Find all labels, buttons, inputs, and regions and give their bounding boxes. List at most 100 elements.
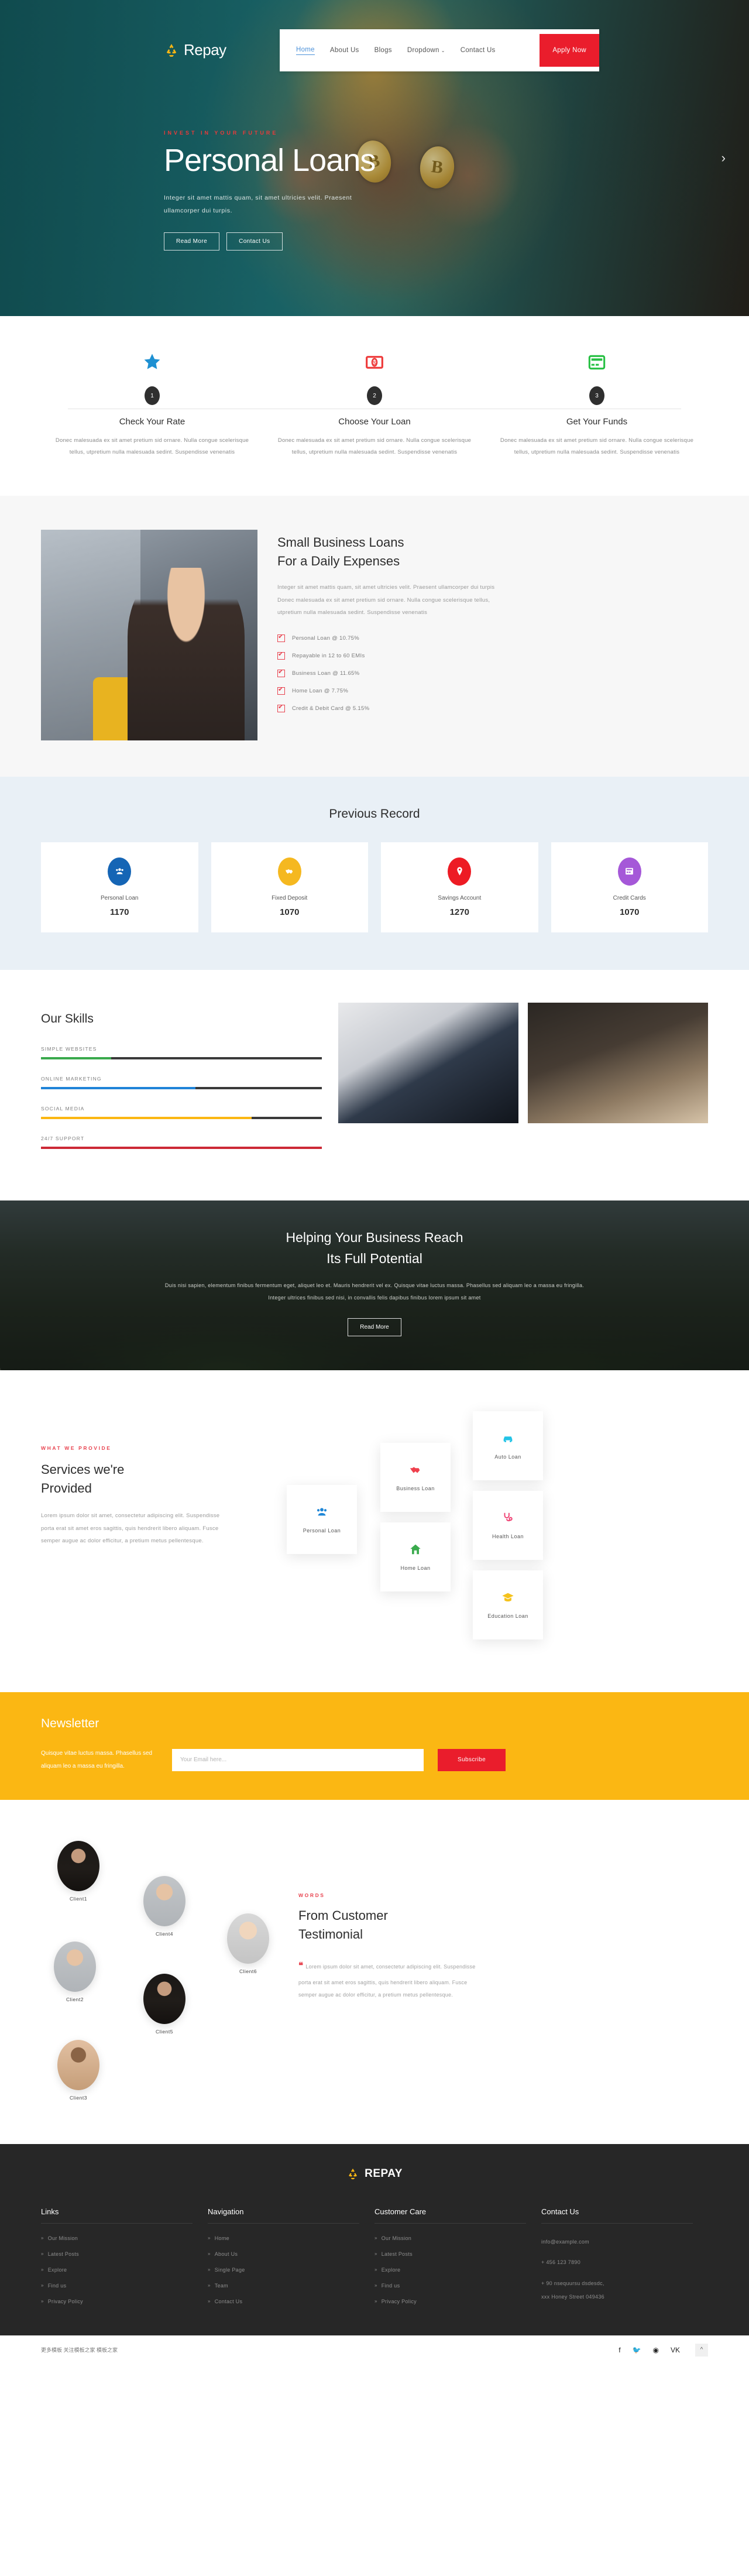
back-to-top-button[interactable]: ^ bbox=[695, 2343, 708, 2357]
skill-progress-bar bbox=[41, 1146, 322, 1149]
small-business-title: Small Business Loans For a Daily Expense… bbox=[277, 533, 708, 571]
footer-link[interactable]: » Privacy Policy bbox=[374, 2299, 526, 2304]
service-card-personal-loan[interactable]: Personal Loan bbox=[287, 1484, 357, 1554]
apply-now-button[interactable]: Apply Now bbox=[540, 34, 599, 67]
feature-label: Business Loan @ 11.65% bbox=[292, 670, 360, 677]
footer-column-heading: Customer Care bbox=[374, 2207, 427, 2216]
avatar-name: Client6 bbox=[239, 1968, 257, 1974]
divider bbox=[541, 2222, 693, 2224]
previous-record-title: Previous Record bbox=[329, 807, 420, 821]
newsletter-subscribe-button[interactable]: Subscribe bbox=[438, 1748, 506, 1771]
avatar-name: Client2 bbox=[66, 1996, 84, 2002]
service-label: Personal Loan bbox=[303, 1527, 341, 1534]
svg-text:$: $ bbox=[373, 360, 376, 366]
testimonial-section: Client1 Client2 Client3 Client4 Client5 bbox=[0, 1799, 749, 2144]
footer-link-label: Latest Posts bbox=[381, 2251, 413, 2257]
check-icon bbox=[277, 633, 285, 643]
footer-contact-email: info@example.com bbox=[541, 2238, 589, 2245]
services-title-line1: Services we're bbox=[41, 1462, 125, 1477]
avatar-item[interactable]: Client1 bbox=[57, 1840, 99, 1902]
record-value: 1070 bbox=[620, 907, 640, 917]
footer-link[interactable]: » About Us bbox=[208, 2251, 359, 2257]
footer-link[interactable]: » Single Page bbox=[208, 2267, 359, 2273]
hero-next-slide-arrow-icon[interactable]: › bbox=[721, 150, 726, 166]
chevron-right-icon: » bbox=[374, 2283, 377, 2289]
footer-brand[interactable]: REPAY bbox=[41, 2167, 708, 2180]
brand-logo[interactable]: Repay bbox=[164, 41, 226, 59]
step-item: $ 2 Choose Your Loan Donec malesuada ex … bbox=[263, 349, 486, 458]
services-title: Services we're Provided bbox=[41, 1460, 275, 1498]
hero-contact-us-button[interactable]: Contact Us bbox=[226, 232, 283, 251]
footer-link[interactable]: » Team bbox=[208, 2283, 359, 2289]
avatar-item[interactable]: Client3 bbox=[57, 2039, 99, 2101]
step-item: 1 Check Your Rate Donec malesuada ex sit… bbox=[41, 349, 263, 458]
footer-link[interactable]: » Contact Us bbox=[208, 2299, 359, 2304]
footer-column-heading: Links bbox=[41, 2207, 59, 2216]
footer-link[interactable]: » Our Mission bbox=[374, 2235, 526, 2241]
service-card-home-loan[interactable]: Home Loan bbox=[380, 1522, 451, 1591]
footer-link[interactable]: » Explore bbox=[374, 2267, 526, 2273]
footer-link[interactable]: » Find us bbox=[374, 2283, 526, 2289]
twitter-icon[interactable]: 🐦 bbox=[633, 2346, 641, 2354]
small-business-title-line1: Small Business Loans bbox=[277, 534, 404, 550]
footer-link[interactable]: » Privacy Policy bbox=[41, 2299, 193, 2304]
avatar-item[interactable]: Client6 bbox=[227, 1913, 269, 1974]
avatar bbox=[57, 2039, 99, 2090]
footer-brand-name: REPAY bbox=[365, 2167, 403, 2180]
nav-item-blogs[interactable]: Blogs bbox=[374, 47, 392, 54]
nav-item-dropdown[interactable]: Dropdown ⌄ bbox=[407, 47, 445, 54]
vk-icon[interactable]: VK bbox=[671, 2346, 680, 2354]
service-card-business-loan[interactable]: Business Loan bbox=[380, 1442, 451, 1512]
nav-item-about-us[interactable]: About Us bbox=[330, 47, 359, 54]
chevron-right-icon: » bbox=[41, 2299, 44, 2304]
cta-read-more-button[interactable]: Read More bbox=[348, 1318, 401, 1336]
footer-link[interactable]: » Latest Posts bbox=[374, 2251, 526, 2257]
users-icon bbox=[315, 1505, 328, 1521]
handshake-icon bbox=[409, 1463, 422, 1479]
skill-progress-bar bbox=[41, 1057, 322, 1059]
footer-contact-address-line2: xxx Honey Street 049436 bbox=[541, 2294, 604, 2300]
dribbble-icon[interactable]: ◉ bbox=[653, 2346, 659, 2354]
nav-links: Home About Us Blogs Dropdown ⌄ Contact Us bbox=[296, 46, 540, 55]
steps-section: 1 Check Your Rate Donec malesuada ex sit… bbox=[0, 316, 749, 496]
service-label: Auto Loan bbox=[494, 1453, 521, 1460]
service-card-health-loan[interactable]: Health Loan bbox=[473, 1490, 543, 1560]
chevron-right-icon: » bbox=[41, 2235, 44, 2241]
money-icon: $ bbox=[276, 349, 473, 376]
facebook-icon[interactable]: f bbox=[619, 2346, 620, 2354]
footer-column-contact: Contact Us info@example.com + 456 123 78… bbox=[541, 2207, 708, 2314]
step-title: Check Your Rate bbox=[119, 417, 185, 427]
footer-link[interactable]: » Explore bbox=[41, 2267, 193, 2273]
nav-item-home[interactable]: Home bbox=[296, 46, 315, 55]
footer-link[interactable]: » Our Mission bbox=[41, 2235, 193, 2241]
avatar-item[interactable]: Client2 bbox=[54, 1941, 96, 2002]
list-item: Personal Loan @ 10.75% bbox=[277, 633, 708, 643]
footer-link[interactable]: » Home bbox=[208, 2235, 359, 2241]
hero-read-more-button[interactable]: Read More bbox=[164, 232, 220, 251]
chevron-right-icon: » bbox=[208, 2251, 211, 2257]
list-item: Credit & Debit Card @ 5.15% bbox=[277, 703, 708, 713]
footer-link-label: Explore bbox=[47, 2266, 67, 2273]
newsletter-email-input[interactable] bbox=[172, 1748, 424, 1771]
nav-item-contact-us[interactable]: Contact Us bbox=[461, 47, 496, 54]
services-card-grid: Personal Loan Business Loan Home Loan Au… bbox=[287, 1411, 708, 1645]
chevron-right-icon: » bbox=[41, 2283, 44, 2289]
skill-progress-bar bbox=[41, 1086, 322, 1089]
service-card-education-loan[interactable]: Education Loan bbox=[473, 1570, 543, 1639]
hero-section: Repay Home About Us Blogs Dropdown⌄ Cont… bbox=[0, 0, 749, 316]
avatar-item[interactable]: Client5 bbox=[143, 1973, 185, 2035]
services-kicker: WHAT WE PROVIDE bbox=[41, 1445, 112, 1451]
hero-title: Personal Loans bbox=[164, 143, 376, 178]
skill-item: SOCIAL MEDIA bbox=[41, 1106, 322, 1119]
footer-link[interactable]: » Find us bbox=[41, 2283, 193, 2289]
footer-column-heading: Contact Us bbox=[541, 2207, 579, 2216]
testimonial-title-line2: Testimonial bbox=[298, 1926, 363, 1942]
step-title: Get Your Funds bbox=[566, 417, 628, 427]
footer-link[interactable]: » Latest Posts bbox=[41, 2251, 193, 2257]
list-item: Home Loan @ 7.75% bbox=[277, 685, 708, 695]
hero-subtitle: Integer sit amet mattis quam, sit amet u… bbox=[164, 194, 352, 214]
avatar-item[interactable]: Client4 bbox=[143, 1875, 185, 1937]
service-card-auto-loan[interactable]: Auto Loan bbox=[473, 1411, 543, 1480]
testimonial-title-line1: From Customer bbox=[298, 1908, 388, 1923]
service-label: Education Loan bbox=[487, 1613, 528, 1619]
